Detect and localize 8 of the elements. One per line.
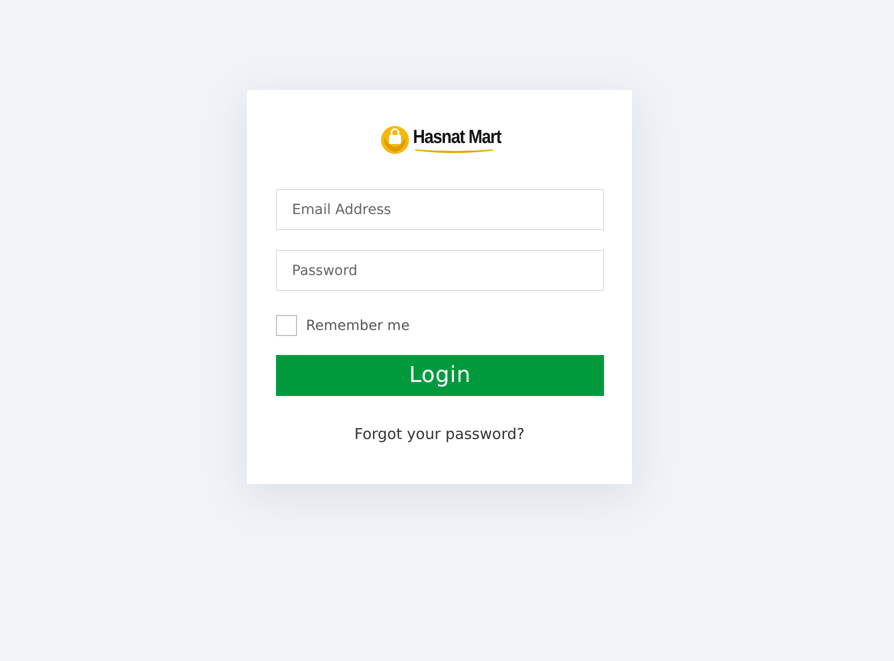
email-field[interactable]: Email Address	[276, 189, 604, 230]
remember-label: Remember me	[306, 318, 410, 334]
remember-checkbox[interactable]	[276, 315, 297, 336]
login-button[interactable]: Login	[276, 355, 604, 396]
swoosh-icon	[412, 148, 495, 154]
forgot-password-link[interactable]: Forgot your password?	[354, 425, 525, 443]
password-field[interactable]: Password	[276, 250, 604, 291]
logo-text: Hasnat Mart	[412, 126, 500, 148]
